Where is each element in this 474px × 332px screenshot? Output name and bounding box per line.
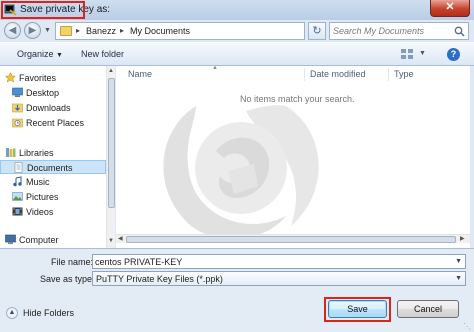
command-toolbar: Organize ▼ New folder ▼ ?: [0, 42, 474, 66]
column-header-date-modified[interactable]: Date modified: [310, 69, 366, 79]
file-name-combobox[interactable]: ▼: [92, 254, 466, 269]
title-highlight-box: [1, 1, 85, 19]
chevron-right-icon[interactable]: ▸: [120, 26, 124, 35]
column-divider[interactable]: [388, 68, 389, 81]
star-icon: [5, 72, 16, 83]
save-as-type-label: Save as type:: [40, 274, 95, 284]
empty-folder-message: No items match your search.: [240, 94, 355, 104]
nav-item-downloads[interactable]: Downloads: [0, 101, 106, 115]
chevron-down-icon[interactable]: ▼: [455, 258, 462, 265]
scroll-right-icon[interactable]: ▶: [460, 235, 465, 242]
nav-scrollbar[interactable]: ▲ ▼: [106, 66, 115, 248]
nav-item-computer[interactable]: Computer: [0, 233, 106, 247]
downloads-icon: [12, 103, 23, 113]
pictures-icon: [12, 192, 23, 201]
breadcrumb-user[interactable]: Banezz: [86, 26, 116, 36]
nav-label: Pictures: [26, 192, 59, 202]
videos-icon: [12, 207, 23, 216]
documents-icon: [14, 162, 23, 173]
chevron-down-icon[interactable]: ▼: [455, 275, 462, 282]
chevron-up-icon: ▲: [6, 307, 18, 319]
desktop-icon: [12, 87, 23, 97]
chevron-down-icon: ▼: [56, 52, 63, 59]
save-as-type-select[interactable]: PuTTY Private Key Files (*.ppk) ▼: [92, 271, 466, 286]
column-divider[interactable]: [304, 68, 305, 81]
scroll-left-icon[interactable]: ◀: [118, 235, 123, 242]
sort-ascending-icon: ▲: [212, 66, 218, 71]
nav-scroll-thumb[interactable]: [108, 78, 115, 208]
views-dropdown-icon[interactable]: ▼: [419, 50, 426, 57]
file-list-hscrollbar[interactable]: ◀ ▶: [116, 234, 470, 243]
hide-folders-label: Hide Folders: [23, 308, 75, 318]
nav-item-favorites[interactable]: Favorites: [0, 71, 106, 85]
resize-grip-icon[interactable]: ⋱: [463, 322, 471, 331]
cancel-button[interactable]: Cancel: [397, 300, 459, 318]
nav-label: Computer: [19, 235, 59, 245]
nav-item-documents[interactable]: Documents: [0, 160, 106, 174]
forward-button[interactable]: ▶: [24, 22, 41, 39]
help-icon[interactable]: ?: [447, 48, 460, 61]
navigation-pane: Favorites Desktop Downloads Recent Place…: [0, 66, 115, 248]
address-row: ◀ ▶ ▼ ▸ Banezz ▸ My Documents ▼ ↻: [0, 20, 474, 42]
nav-label: Documents: [27, 163, 73, 173]
nav-label: Desktop: [26, 88, 60, 98]
search-input[interactable]: [333, 25, 451, 37]
organize-label: Organize: [17, 49, 54, 59]
refresh-button[interactable]: ↻: [308, 22, 326, 40]
back-button[interactable]: ◀: [4, 22, 21, 39]
nav-item-pictures[interactable]: Pictures: [0, 190, 106, 204]
nav-label: Music: [26, 177, 50, 187]
hide-folders-button[interactable]: ▲ Hide Folders: [4, 305, 86, 321]
file-list-pane: Name ▲ Date modified Type No items match…: [116, 66, 470, 248]
address-bar[interactable]: ▸ Banezz ▸ My Documents ▼: [55, 22, 355, 40]
breadcrumb-my-documents[interactable]: My Documents: [130, 26, 190, 36]
nav-item-videos[interactable]: Videos: [0, 205, 106, 219]
chevron-right-icon[interactable]: ▸: [76, 26, 80, 35]
nav-label: Libraries: [19, 148, 54, 158]
search-icon[interactable]: [454, 26, 465, 37]
organize-button[interactable]: Organize ▼: [17, 49, 63, 59]
recent-places-icon: [12, 118, 23, 128]
music-icon: [13, 176, 22, 187]
views-icon[interactable]: [399, 48, 417, 60]
folder-icon: [60, 26, 72, 36]
nav-item-libraries[interactable]: Libraries: [0, 146, 106, 160]
scroll-up-icon[interactable]: ▲: [108, 68, 114, 74]
search-box[interactable]: [329, 22, 469, 40]
nav-label: Favorites: [19, 73, 57, 83]
nav-item-desktop[interactable]: Desktop: [0, 86, 106, 100]
close-button[interactable]: ✕: [430, 0, 470, 17]
title-bar: Save private key as: ✕: [0, 0, 474, 20]
save-as-type-value: PuTTY Private Key Files (*.ppk): [96, 274, 223, 284]
history-dropdown-icon[interactable]: ▼: [44, 27, 51, 34]
nav-item-recent-places[interactable]: Recent Places: [0, 116, 106, 130]
scroll-down-icon[interactable]: ▼: [108, 238, 114, 244]
nav-item-music[interactable]: Music: [0, 175, 106, 189]
computer-icon: [5, 234, 16, 245]
hscroll-thumb[interactable]: [126, 236, 456, 243]
nav-label: Recent Places: [26, 118, 85, 128]
nav-label: Downloads: [26, 103, 71, 113]
libraries-icon: [6, 148, 16, 157]
save-button[interactable]: Save: [328, 300, 387, 318]
new-folder-button[interactable]: New folder: [81, 49, 124, 59]
column-header-name[interactable]: Name: [128, 69, 152, 79]
file-name-label: File name:: [51, 257, 94, 267]
file-name-field[interactable]: [95, 256, 450, 267]
column-header-type[interactable]: Type: [394, 69, 414, 79]
nav-label: Videos: [26, 207, 54, 217]
